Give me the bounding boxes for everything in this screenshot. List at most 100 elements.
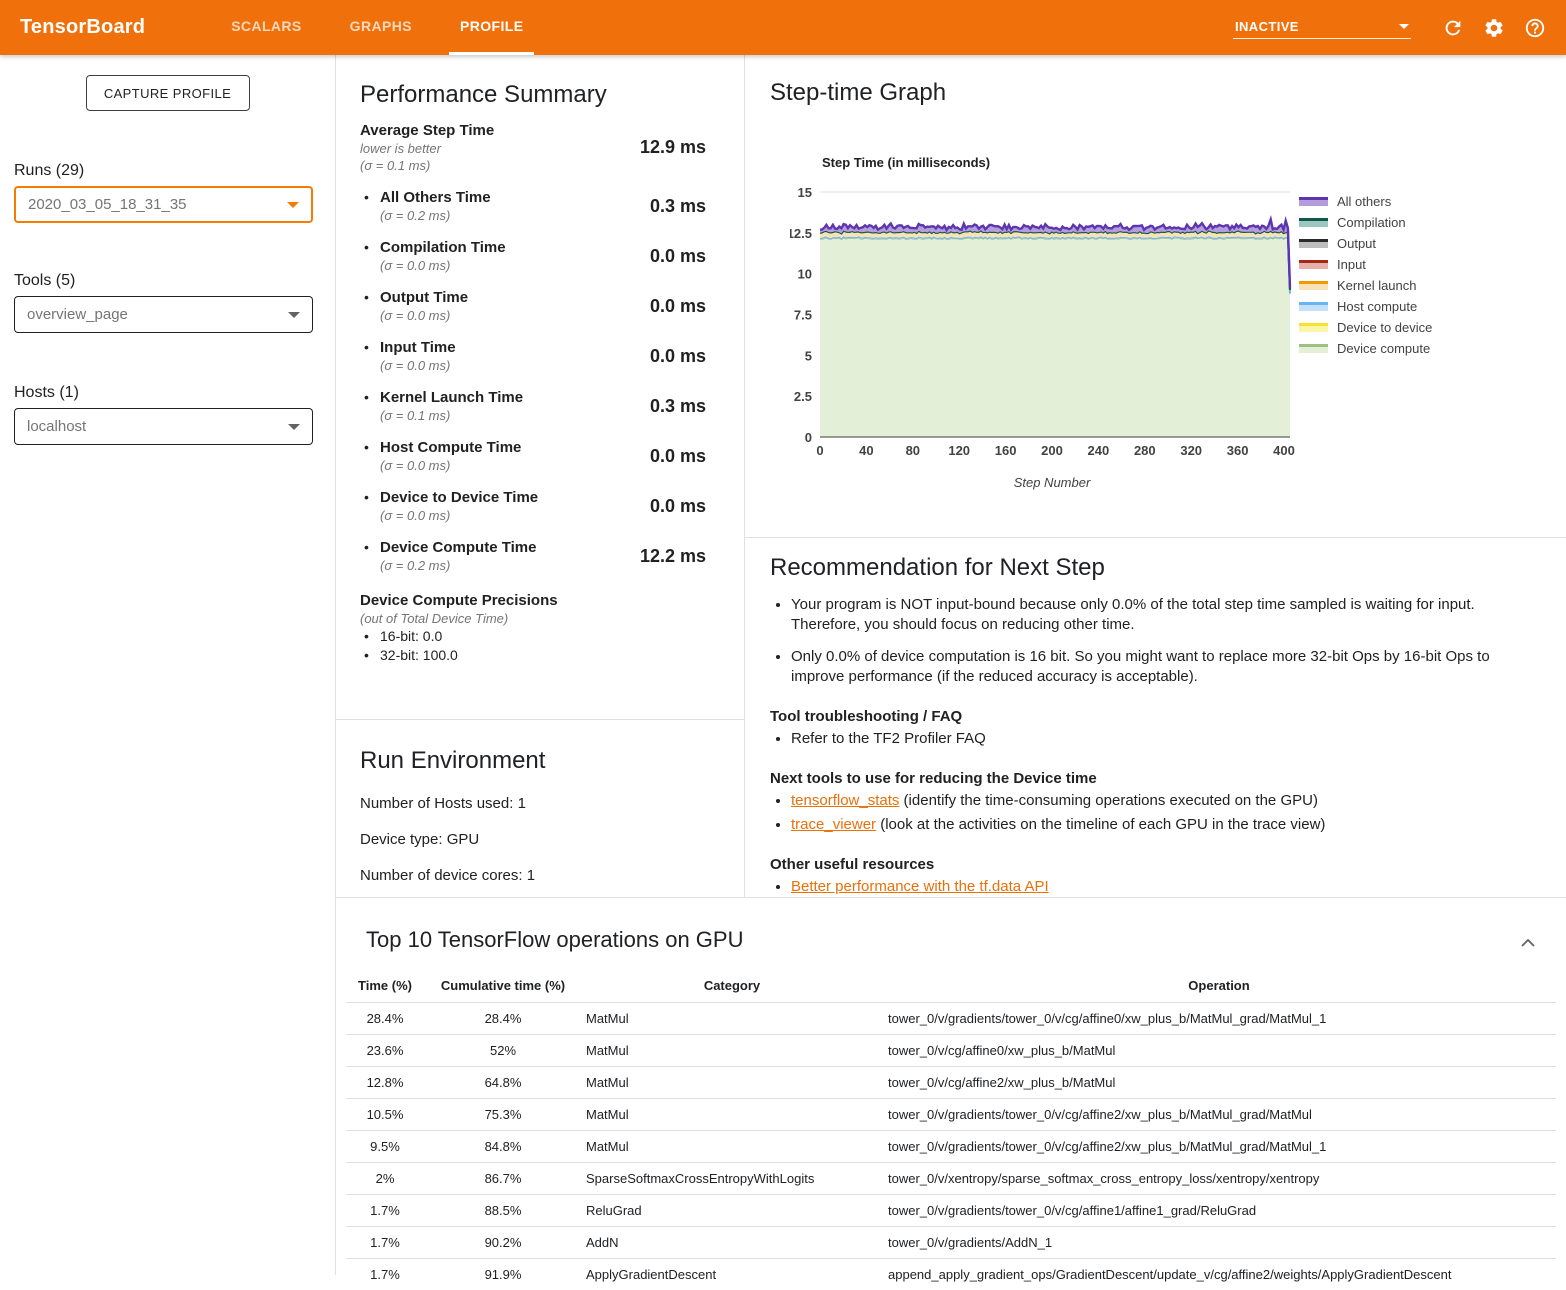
metric-sigma: (σ = 0.1 ms) bbox=[380, 407, 650, 424]
runs-label: Runs (29) bbox=[14, 162, 335, 180]
help-button[interactable] bbox=[1523, 16, 1547, 40]
metric-value: 12.2 ms bbox=[640, 546, 706, 567]
legend-label: Compilation bbox=[1337, 215, 1406, 230]
performance-metrics-list: •All Others Time(σ = 0.2 ms)0.3 ms•Compi… bbox=[360, 188, 706, 574]
col-time: Time (%) bbox=[346, 971, 424, 1003]
tab-profile[interactable]: PROFILE bbox=[449, 0, 534, 55]
tools-select[interactable]: overview_page bbox=[14, 296, 313, 333]
legend-item-output: Output bbox=[1299, 233, 1432, 254]
op-category: MatMul bbox=[582, 1035, 882, 1067]
collapse-button[interactable] bbox=[1520, 936, 1536, 948]
op-time: 1.7% bbox=[346, 1259, 424, 1290]
chart-title: Step Time (in milliseconds) bbox=[822, 155, 990, 170]
svg-text:320: 320 bbox=[1180, 443, 1202, 458]
op-category: AddN bbox=[582, 1227, 882, 1259]
col-category: Category bbox=[582, 971, 882, 1003]
op-category: MatMul bbox=[582, 1099, 882, 1131]
recommendation-bullet: Your program is NOT input-bound because … bbox=[791, 595, 1506, 635]
bullet-icon: • bbox=[360, 188, 380, 207]
svg-text:40: 40 bbox=[859, 443, 873, 458]
legend-label: Device to device bbox=[1337, 320, 1432, 335]
chevron-down-icon bbox=[1399, 24, 1409, 29]
op-name: tower_0/v/gradients/tower_0/v/cg/affine2… bbox=[882, 1099, 1556, 1131]
tool-link-desc: (look at the activities on the timeline … bbox=[876, 816, 1325, 833]
op-name: tower_0/v/cg/affine2/xw_plus_b/MatMul bbox=[882, 1067, 1556, 1099]
runs-select[interactable]: 2020_03_05_18_31_35 bbox=[14, 186, 313, 223]
op-time: 1.7% bbox=[346, 1195, 424, 1227]
svg-text:0: 0 bbox=[805, 430, 812, 445]
tab-scalars[interactable]: SCALARS bbox=[220, 0, 312, 55]
op-time: 1.7% bbox=[346, 1227, 424, 1259]
ops-table-row: 1.7%88.5%ReluGradtower_0/v/gradients/tow… bbox=[346, 1195, 1556, 1227]
svg-text:360: 360 bbox=[1227, 443, 1249, 458]
env-device-type: Device type: GPU bbox=[360, 831, 720, 848]
faq-heading: Tool troubleshooting / FAQ bbox=[770, 708, 1506, 725]
gear-icon bbox=[1483, 17, 1505, 39]
run-environment-title: Run Environment bbox=[360, 746, 720, 776]
op-cumulative: 90.2% bbox=[424, 1227, 582, 1259]
refresh-button[interactable] bbox=[1441, 16, 1465, 40]
app-header: TensorBoard SCALARS GRAPHS PROFILE INACT… bbox=[0, 0, 1566, 55]
metric-label: Average Step Time bbox=[360, 121, 640, 140]
perf-metric: •All Others Time(σ = 0.2 ms)0.3 ms bbox=[360, 188, 706, 224]
perf-metric: •Device to Device Time(σ = 0.0 ms)0.0 ms bbox=[360, 488, 706, 524]
runs-select-value: 2020_03_05_18_31_35 bbox=[28, 196, 187, 213]
col-cumulative-time: Cumulative time (%) bbox=[424, 971, 582, 1003]
sidebar: CAPTURE PROFILE Runs (29) 2020_03_05_18_… bbox=[0, 55, 336, 1275]
ops-table-row: 9.5%84.8%MatMultower_0/v/gradients/tower… bbox=[346, 1131, 1556, 1163]
legend-item-device-compute: Device compute bbox=[1299, 338, 1432, 359]
svg-text:280: 280 bbox=[1134, 443, 1156, 458]
legend-label: Host compute bbox=[1337, 299, 1417, 314]
tab-graphs[interactable]: GRAPHS bbox=[339, 0, 423, 55]
metric-value: 0.0 ms bbox=[650, 446, 706, 467]
performance-summary-title: Performance Summary bbox=[360, 80, 706, 110]
svg-text:200: 200 bbox=[1041, 443, 1063, 458]
help-icon bbox=[1524, 17, 1546, 39]
legend-label: All others bbox=[1337, 194, 1391, 209]
ops-table-row: 28.4%28.4%MatMultower_0/v/gradients/towe… bbox=[346, 1003, 1556, 1035]
metric-value: 0.3 ms bbox=[650, 396, 706, 417]
tool-link-desc: (identify the time-consuming operations … bbox=[899, 792, 1318, 809]
precisions-title: Device Compute Precisions bbox=[360, 591, 706, 610]
hosts-select[interactable]: localhost bbox=[14, 408, 313, 445]
recommendation-section: Recommendation for Next Step Your progra… bbox=[745, 538, 1566, 897]
faq-bullet: Refer to the TF2 Profiler FAQ bbox=[791, 729, 1506, 749]
app-title: TensorBoard bbox=[20, 16, 145, 39]
op-category: MatMul bbox=[582, 1131, 882, 1163]
settings-button[interactable] bbox=[1482, 16, 1506, 40]
metric-sigma: (σ = 0.1 ms) bbox=[360, 157, 640, 174]
env-hosts-used: Number of Hosts used: 1 bbox=[360, 795, 720, 812]
device-compute-precisions: Device Compute Precisions (out of Total … bbox=[360, 591, 706, 665]
tensorflow-stats-link[interactable]: tensorflow_stats bbox=[791, 792, 899, 809]
op-time: 28.4% bbox=[346, 1003, 424, 1035]
op-name: tower_0/v/gradients/tower_0/v/cg/affine1… bbox=[882, 1195, 1556, 1227]
status-dropdown[interactable]: INACTIVE bbox=[1233, 17, 1411, 39]
step-time-graph-section: Step-time Graph Step Time (in millisecon… bbox=[745, 55, 1566, 538]
svg-text:0: 0 bbox=[816, 443, 823, 458]
tfdata-api-link[interactable]: Better performance with the tf.data API bbox=[791, 878, 1049, 895]
legend-swatch-icon bbox=[1299, 281, 1328, 290]
average-step-time: Average Step Time lower is better (σ = 0… bbox=[360, 121, 706, 174]
op-cumulative: 64.8% bbox=[424, 1067, 582, 1099]
next-tools-heading: Next tools to use for reducing the Devic… bbox=[770, 770, 1506, 787]
metric-sigma: (σ = 0.0 ms) bbox=[380, 457, 650, 474]
ops-table-row: 2%86.7%SparseSoftmaxCrossEntropyWithLogi… bbox=[346, 1163, 1556, 1195]
perf-metric: •Output Time(σ = 0.0 ms)0.0 ms bbox=[360, 288, 706, 324]
op-time: 9.5% bbox=[346, 1131, 424, 1163]
chevron-up-icon bbox=[1520, 937, 1536, 949]
trace-viewer-link[interactable]: trace_viewer bbox=[791, 816, 876, 833]
perf-metric: •Host Compute Time(σ = 0.0 ms)0.0 ms bbox=[360, 438, 706, 474]
legend-swatch-icon bbox=[1299, 197, 1328, 206]
resources-heading: Other useful resources bbox=[770, 856, 1506, 873]
legend-label: Kernel launch bbox=[1337, 278, 1417, 293]
legend-label: Output bbox=[1337, 236, 1376, 251]
ops-table-row: 12.8%64.8%MatMultower_0/v/cg/affine2/xw_… bbox=[346, 1067, 1556, 1099]
capture-profile-button[interactable]: CAPTURE PROFILE bbox=[86, 75, 250, 111]
op-cumulative: 84.8% bbox=[424, 1131, 582, 1163]
legend-swatch-icon bbox=[1299, 302, 1328, 311]
precision-item: •32-bit: 100.0 bbox=[360, 646, 706, 665]
op-time: 23.6% bbox=[346, 1035, 424, 1067]
bullet-icon: • bbox=[360, 438, 380, 457]
svg-text:240: 240 bbox=[1088, 443, 1110, 458]
metric-label: All Others Time bbox=[380, 188, 650, 207]
